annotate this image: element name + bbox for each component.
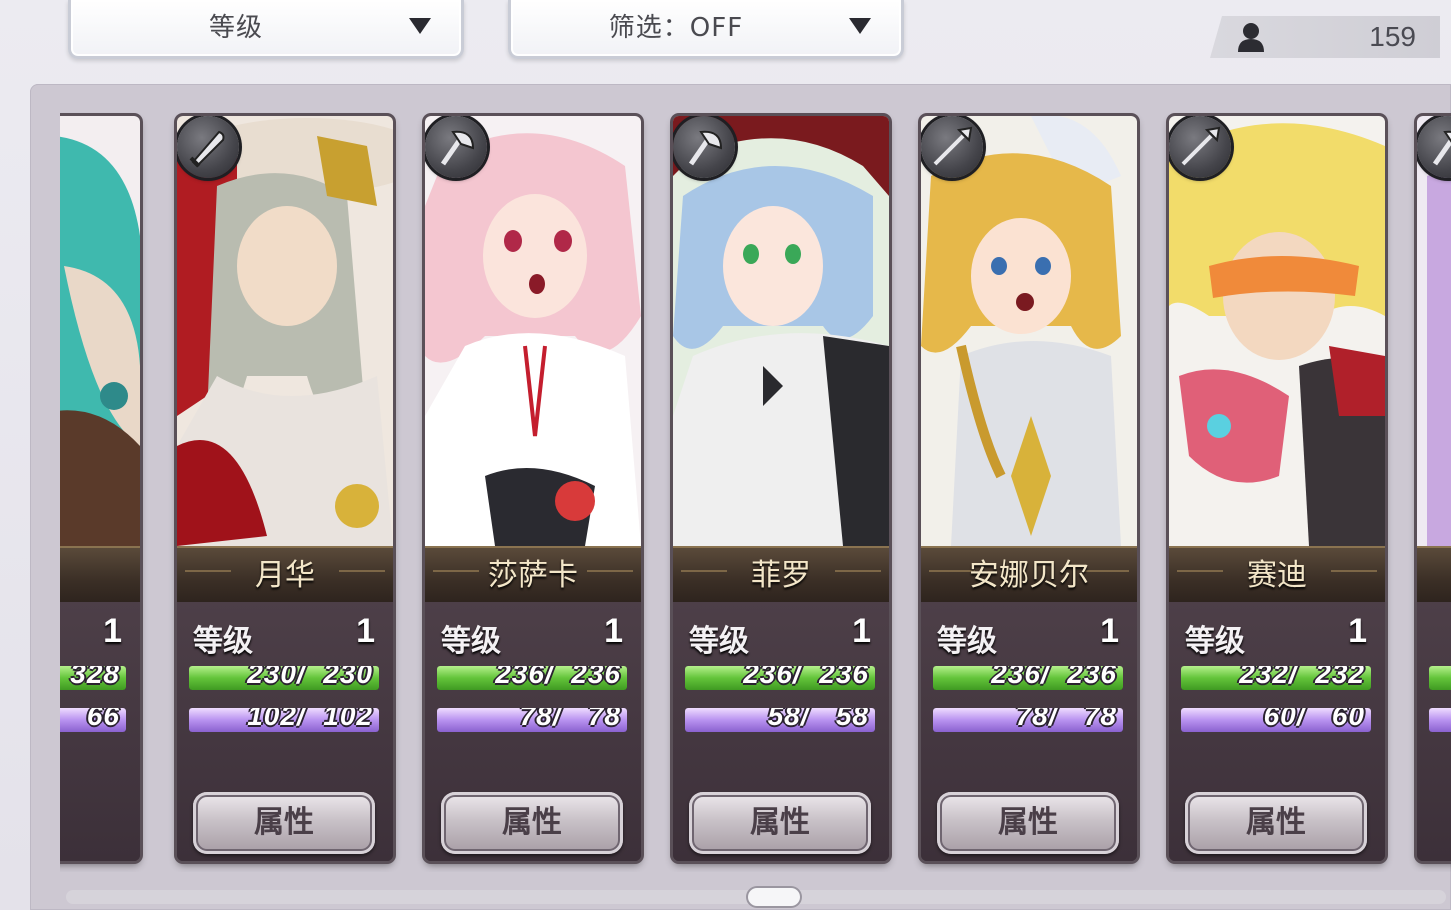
sword-icon — [177, 116, 239, 178]
attributes-button[interactable]: 属性 — [193, 792, 375, 854]
name-plate: 莎萨卡 — [425, 546, 641, 604]
name-plate — [1417, 546, 1451, 604]
hp-value: 328 — [70, 666, 120, 689]
mp-value: 102/ 102 — [247, 708, 373, 731]
mp-bar: 66 — [60, 708, 126, 732]
character-card[interactable]: 迪 1 328 66 性 — [60, 116, 140, 861]
lance-icon — [921, 116, 983, 178]
attributes-button[interactable]: 属性 — [441, 792, 623, 854]
sort-dropdown-label: 等级 — [208, 13, 263, 43]
character-portrait — [1169, 116, 1385, 546]
hp-value: 236/ 236 — [991, 666, 1117, 689]
hp-bar: 236/ 236 — [685, 666, 875, 690]
unit-count-badge: 159 — [1210, 16, 1440, 58]
character-name: 菲罗 — [751, 558, 811, 593]
mp-bar: 58/ 58 — [685, 708, 875, 732]
level-label: 等级 — [193, 624, 253, 659]
character-portrait — [673, 116, 889, 546]
character-card[interactable]: 莎萨卡 等级 1 236/ 236 78/ 78 属性 — [425, 116, 641, 861]
level-value: 1 — [1100, 612, 1119, 650]
hp-value: 232/ 232 — [1239, 666, 1365, 689]
hp-value: 236/ 236 — [743, 666, 869, 689]
mp-value: 60/ 60 — [1263, 708, 1365, 731]
hp-bar: 328 — [60, 666, 126, 690]
horizontal-scroll-thumb[interactable] — [748, 888, 800, 906]
mp-bar: 60/ 60 — [1181, 708, 1371, 732]
character-card[interactable]: 菲罗 等级 1 236/ 236 58/ 58 属性 — [673, 116, 889, 861]
chevron-down-icon — [409, 18, 431, 34]
stats-panel — [1417, 602, 1451, 861]
character-name: 迪 — [60, 548, 140, 602]
character-card-strip[interactable]: 迪 1 328 66 性 月华 等级 1 — [60, 112, 1451, 872]
character-name: 安娜贝尔 — [969, 558, 1089, 593]
character-portrait — [60, 116, 140, 546]
axe-icon — [673, 116, 735, 178]
stats-panel: 等级 1 230/ 230 102/ 102 属性 — [177, 602, 393, 861]
stats-panel: 等级 1 236/ 236 58/ 58 属性 — [673, 602, 889, 861]
character-portrait — [921, 116, 1137, 546]
hp-bar: 236/ 236 — [437, 666, 627, 690]
person-icon — [1238, 23, 1264, 52]
level-label: 等级 — [441, 624, 501, 659]
character-portrait — [177, 116, 393, 546]
name-plate: 赛迪 — [1169, 546, 1385, 604]
attributes-button[interactable]: 属性 — [1185, 792, 1367, 854]
hp-bar: 232/ 232 — [1181, 666, 1371, 690]
name-plate: 菲罗 — [673, 546, 889, 604]
hp-value: 230/ 230 — [247, 666, 373, 689]
stats-panel: 1 328 66 性 — [60, 602, 140, 861]
mp-value: 78/ 78 — [519, 708, 621, 731]
sort-dropdown[interactable]: 等级 — [68, 0, 464, 59]
level-label: 等级 — [937, 624, 997, 659]
level-value: 1 — [1348, 612, 1367, 650]
mp-value: 66 — [86, 708, 120, 731]
character-card[interactable]: 安娜贝尔 等级 1 236/ 236 78/ 78 属性 — [921, 116, 1137, 861]
attributes-button[interactable]: 属性 — [689, 792, 871, 854]
character-portrait — [1417, 116, 1451, 546]
character-card[interactable]: 赛迪 等级 1 232/ 232 60/ 60 属性 — [1169, 116, 1385, 861]
character-card[interactable]: 月华 等级 1 230/ 230 102/ 102 属性 — [177, 116, 393, 861]
level-label: 等级 — [1185, 624, 1245, 659]
mp-value: 58/ 58 — [767, 708, 869, 731]
level-value: 1 — [103, 612, 122, 650]
name-plate: 迪 — [60, 546, 140, 604]
mp-bar — [1429, 708, 1451, 732]
mp-bar: 78/ 78 — [437, 708, 627, 732]
name-plate: 月华 — [177, 546, 393, 604]
hp-bar: 230/ 230 — [189, 666, 379, 690]
chevron-down-icon — [849, 18, 871, 34]
filter-dropdown-label: 筛选：OFF — [608, 13, 744, 43]
hp-value: 236/ 236 — [495, 666, 621, 689]
level-value: 1 — [604, 612, 623, 650]
mp-bar: 78/ 78 — [933, 708, 1123, 732]
stats-panel: 等级 1 232/ 232 60/ 60 属性 — [1169, 602, 1385, 861]
stats-panel: 等级 1 236/ 236 78/ 78 属性 — [921, 602, 1137, 861]
hp-bar — [1429, 666, 1451, 690]
axe-icon — [425, 116, 487, 178]
name-plate: 安娜贝尔 — [921, 546, 1137, 604]
character-name: 莎萨卡 — [488, 558, 578, 593]
hp-bar: 236/ 236 — [933, 666, 1123, 690]
attributes-button[interactable]: 属性 — [937, 792, 1119, 854]
filter-dropdown[interactable]: 筛选：OFF — [508, 0, 904, 59]
lance-icon — [1169, 116, 1231, 178]
character-card[interactable] — [1417, 116, 1451, 861]
mp-bar: 102/ 102 — [189, 708, 379, 732]
character-portrait — [425, 116, 641, 546]
stats-panel: 等级 1 236/ 236 78/ 78 属性 — [425, 602, 641, 861]
character-name: 赛迪 — [1247, 558, 1307, 593]
unit-count: 159 — [1369, 21, 1416, 52]
level-value: 1 — [356, 612, 375, 650]
level-value: 1 — [852, 612, 871, 650]
level-label: 等级 — [689, 624, 749, 659]
mp-value: 78/ 78 — [1015, 708, 1117, 731]
character-name: 月华 — [255, 558, 315, 593]
